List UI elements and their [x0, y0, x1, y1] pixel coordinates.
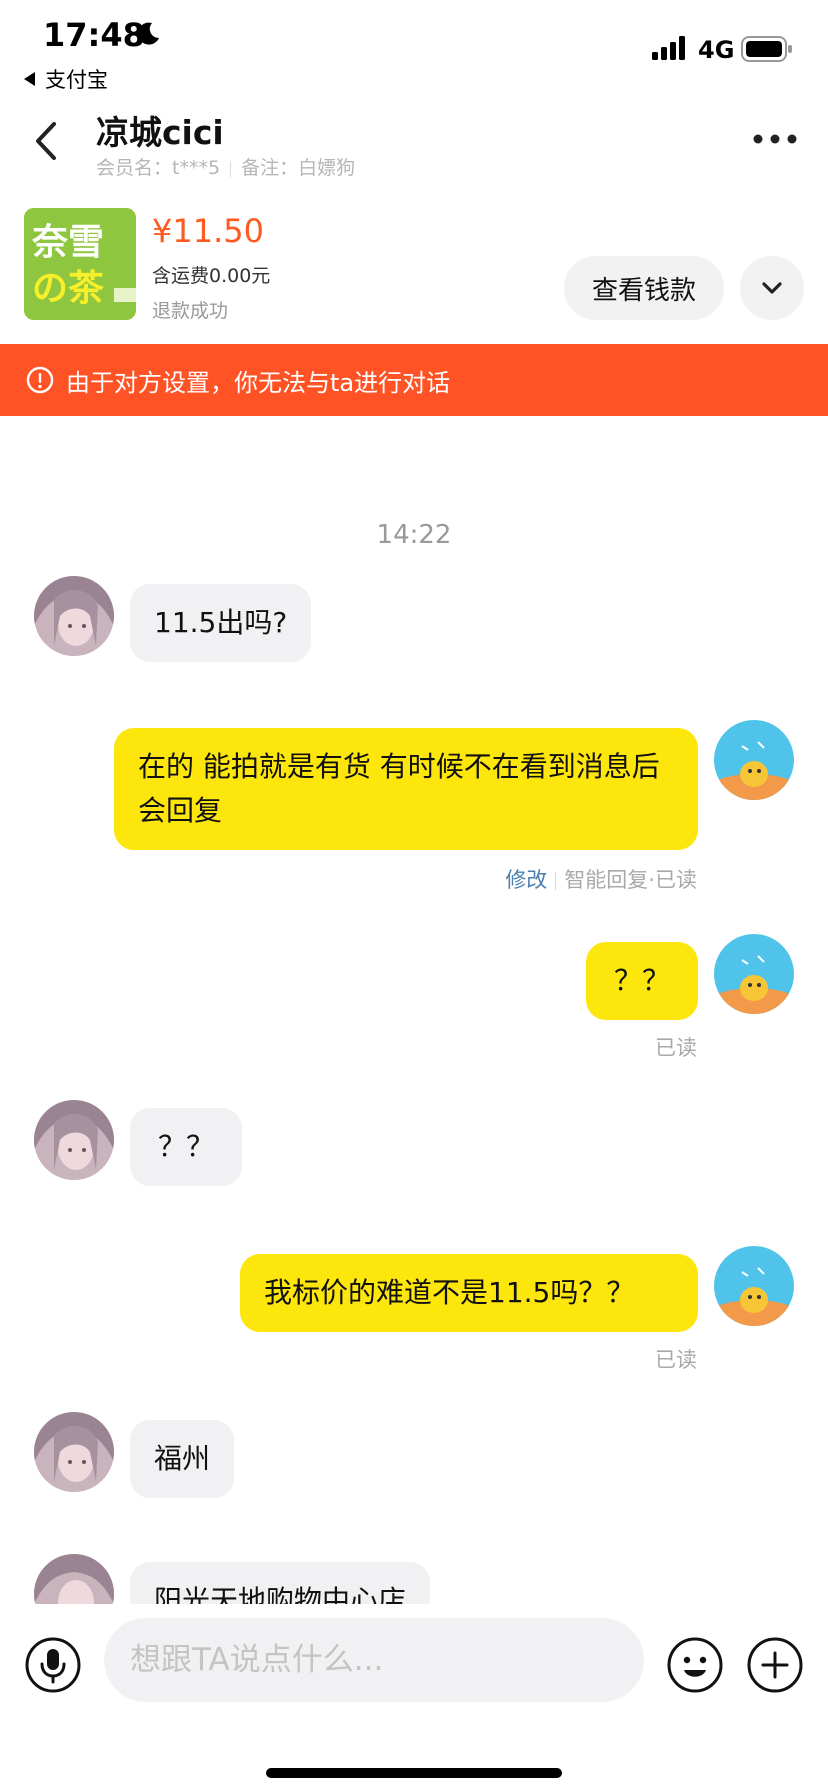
chat-timestamp: 14:22 — [376, 520, 452, 550]
remark-label: 备注： — [241, 157, 299, 179]
duck-avatar-image — [714, 1246, 794, 1326]
back-app-label: 支付宝 — [45, 68, 108, 92]
message-bubble-incoming[interactable]: 福州 — [130, 1420, 235, 1498]
my-avatar[interactable] — [714, 720, 794, 800]
girl-avatar-image — [34, 576, 114, 656]
contact-avatar[interactable] — [34, 1412, 114, 1492]
message-meta: 修改 智能回复·已读 — [505, 864, 697, 894]
contact-nickname: 凉城cici — [96, 113, 224, 152]
back-arrow-icon[interactable] — [26, 118, 66, 164]
home-indicator[interactable] — [266, 1768, 562, 1778]
shipping-fee: 含运费0.00元 — [152, 265, 271, 287]
view-money-button[interactable]: 查看钱款 — [564, 256, 724, 320]
signal-icon — [652, 36, 685, 60]
product-price: ¥11.50 — [152, 212, 264, 250]
refund-status: 退款成功 — [152, 300, 229, 322]
microphone-icon[interactable] — [24, 1636, 82, 1694]
member-value: t***5 — [172, 157, 221, 179]
status-bar: 17:48 支付宝 4G — [0, 0, 828, 96]
contact-avatar[interactable] — [34, 576, 114, 656]
contact-subinfo: 会员名：t***5 备注：白嫖狗 — [96, 153, 355, 180]
remark-value: 白嫖狗 — [298, 157, 356, 179]
message-bubble-outgoing[interactable]: 在的 能拍就是有货 有时候不在看到消息后会回复 — [114, 728, 698, 850]
thumb-line-1: 奈雪 — [31, 221, 104, 263]
status-time: 17:48 — [43, 16, 145, 54]
contact-avatar[interactable] — [34, 1100, 114, 1180]
back-triangle-icon — [24, 72, 35, 86]
emoji-icon[interactable] — [666, 1636, 724, 1694]
divider — [555, 872, 557, 890]
thumb-line-2: の茶 — [32, 267, 105, 309]
network-type: 4G — [698, 36, 735, 64]
alert-circle-icon — [26, 366, 54, 394]
more-options-icon[interactable] — [752, 126, 798, 152]
divider — [230, 160, 232, 177]
my-avatar[interactable] — [714, 1246, 794, 1326]
restriction-text: 由于对方设置，你无法与ta进行对话 — [66, 368, 451, 397]
girl-avatar-image — [34, 1100, 114, 1180]
input-bar — [0, 1604, 828, 1792]
plus-icon[interactable] — [746, 1636, 804, 1694]
moon-icon — [137, 22, 159, 45]
edit-link[interactable]: 修改 — [505, 868, 547, 892]
my-avatar[interactable] — [714, 934, 794, 1014]
girl-avatar-image — [34, 1412, 114, 1492]
duck-avatar-image — [714, 934, 794, 1014]
message-bubble-outgoing[interactable]: ？？ — [586, 942, 698, 1020]
back-to-app-link[interactable]: 支付宝 — [24, 64, 108, 94]
read-status: 已读 — [655, 1348, 697, 1372]
product-image: 奈雪 の茶 — [24, 208, 136, 320]
message-bubble-outgoing[interactable]: 我标价的难道不是11.5吗？？ — [240, 1254, 698, 1332]
chat-restriction-banner: 由于对方设置，你无法与ta进行对话 — [0, 344, 828, 416]
read-status: 已读 — [655, 1036, 697, 1060]
read-status: 智能回复·已读 — [564, 868, 697, 892]
duck-avatar-image — [714, 720, 794, 800]
expand-button[interactable] — [740, 256, 804, 320]
member-label: 会员名： — [96, 157, 173, 179]
battery-icon — [741, 36, 792, 62]
chevron-down-icon — [762, 282, 782, 294]
message-input[interactable] — [104, 1618, 644, 1702]
message-bubble-incoming[interactable]: ？？ — [130, 1108, 242, 1186]
product-thumbnail[interactable]: 奈雪 の茶 — [24, 208, 136, 320]
message-bubble-incoming[interactable]: 11.5出吗? — [130, 584, 312, 662]
